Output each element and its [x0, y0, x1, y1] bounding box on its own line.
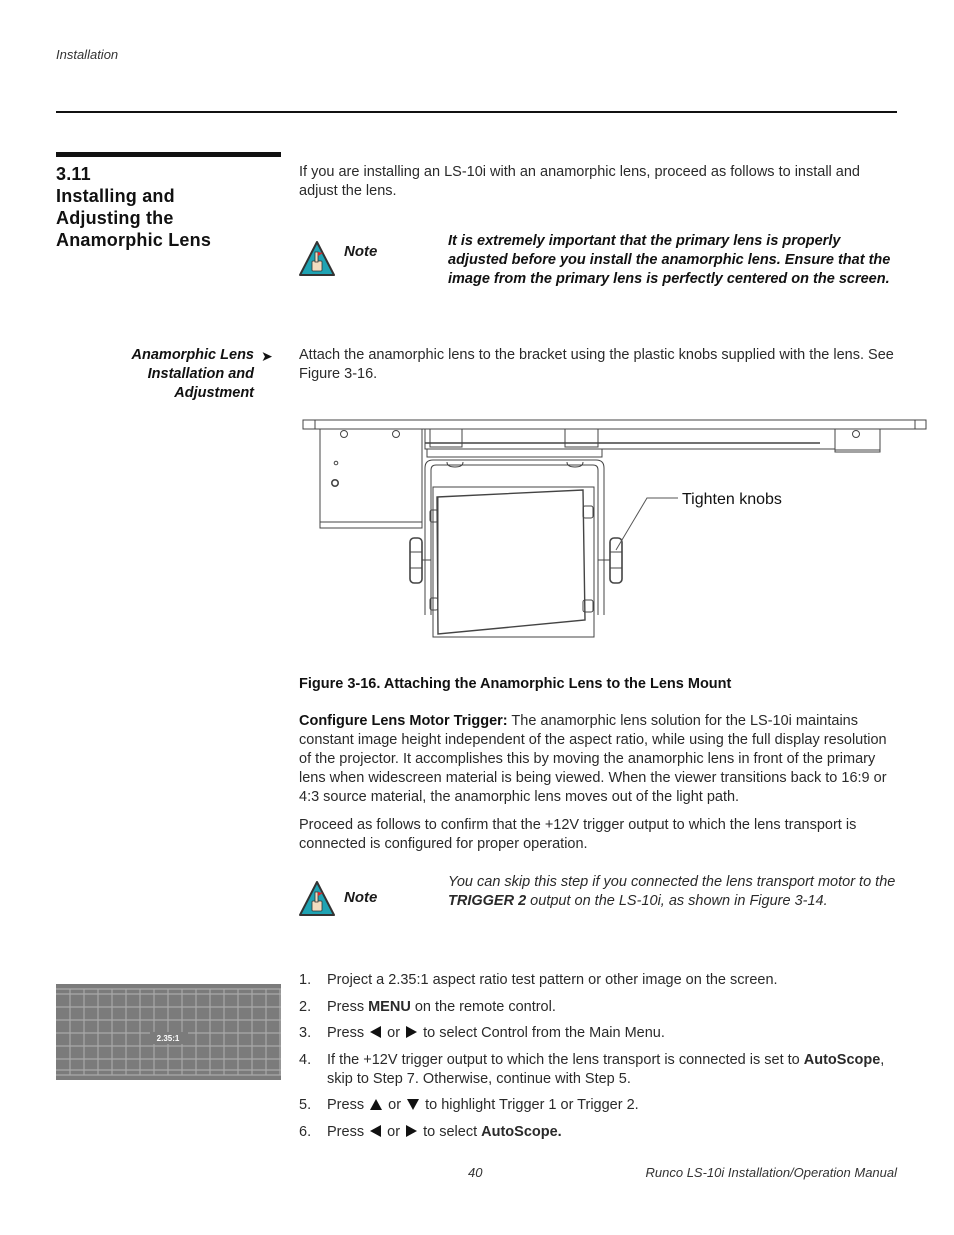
step-number: 5.	[299, 1097, 312, 1113]
configure-lead: Configure Lens Motor Trigger:	[299, 713, 508, 729]
step-text: or	[388, 1097, 402, 1113]
lens-mount-figure: Tighten knobs	[302, 419, 927, 638]
end-block	[834, 428, 881, 453]
arrow-left-icon	[370, 1124, 382, 1137]
section-title: 3.11 Installing and Adjusting the Anamor…	[56, 163, 286, 251]
step-item: 4. If the +12V trigger output to which th…	[299, 1051, 899, 1089]
running-head: Installation	[56, 47, 119, 62]
knob-right	[609, 537, 623, 584]
step-text: Project a 2.35:1 aspect ratio test patte…	[327, 972, 778, 988]
step-number: 3.	[299, 1025, 312, 1041]
intro-paragraph: If you are installing an LS-10i with an …	[299, 164, 860, 199]
anamorphic-lens	[436, 489, 586, 635]
step-text: Press	[327, 1097, 365, 1113]
section-title-line: Adjusting the	[56, 208, 174, 228]
step-number: 1.	[299, 972, 312, 988]
note-text-bold: TRIGGER 2	[448, 893, 527, 909]
step-key: AutoScope.	[481, 1123, 562, 1140]
section-bar	[56, 152, 281, 157]
step-key: AutoScope	[803, 1051, 881, 1068]
aspect-ratio-label: 2.35:1	[157, 1034, 180, 1043]
callout-leader	[615, 497, 678, 551]
step-text: to select Control from the Main Menu.	[423, 1025, 665, 1041]
callout-tighten-knobs: Tighten knobs	[682, 491, 782, 508]
step-item: 1. Project a 2.35:1 aspect ratio test pat…	[299, 971, 899, 990]
slider-block	[429, 428, 463, 448]
note-skip-step: Note You can skip this step if you conne…	[299, 873, 899, 918]
arrow-down-icon	[407, 1099, 420, 1110]
arrow-right-icon	[406, 1124, 418, 1137]
step-item: 6. Press or to select AutoScope.	[299, 1123, 899, 1142]
step-item: 3. Press or to select Control from the Ma…	[299, 1024, 899, 1043]
step-number: 2.	[299, 998, 312, 1015]
note-text: It is extremely important that the prima…	[448, 233, 891, 287]
note-hand-warning-icon	[299, 881, 335, 916]
arrow-left-icon	[370, 1026, 382, 1038]
subsection-heading-line: Adjustment	[174, 385, 254, 401]
step-number: 4.	[299, 1051, 312, 1068]
note-hand-warning-icon	[299, 241, 335, 276]
lens-frame	[432, 486, 595, 638]
subsection-heading-line: Installation and	[147, 366, 254, 382]
note-label: Note	[344, 243, 378, 260]
note-label: Note	[344, 889, 378, 906]
figure-caption: Figure 3-16. Attaching the Anamorphic Le…	[299, 676, 732, 692]
step-text: Press	[327, 998, 369, 1015]
step-text: to highlight Trigger 1 or Trigger 2.	[425, 1097, 639, 1113]
note-text-part: You can skip this step if you connected …	[448, 874, 896, 890]
note-important: Note It is extremely important that the …	[299, 232, 899, 312]
subsection-heading-line: Anamorphic Lens	[131, 347, 254, 363]
step-text: on the remote control.	[410, 998, 556, 1015]
configure-paragraph: Configure Lens Motor Trigger: The anamor…	[299, 712, 899, 807]
step-text: to select	[423, 1123, 482, 1140]
step-item: 5. Press or to highlight Trigger 1 or Tri…	[299, 1096, 899, 1115]
proceed-paragraph: Proceed as follows to confirm that the +…	[299, 817, 857, 852]
arrow-right-icon	[406, 1026, 418, 1038]
step-text: or	[387, 1123, 401, 1140]
note-text-part: output on the LS-10i, as shown in Figure…	[526, 893, 828, 909]
step-text: or	[387, 1025, 401, 1041]
step-text: Press	[327, 1025, 365, 1041]
knob-left	[409, 537, 423, 584]
step-number: 6.	[299, 1123, 312, 1140]
mount-rail	[302, 419, 927, 430]
note-text: You can skip this step if you connected …	[448, 873, 900, 911]
page-number: 40	[468, 1165, 483, 1180]
step-text: If the +12V trigger output to which the …	[327, 1051, 804, 1068]
slider-block	[564, 428, 599, 448]
step-key: MENU	[368, 998, 411, 1015]
step-item: 2. Press MENU on the remote control.	[299, 998, 899, 1017]
manual-title: Runco LS-10i Installation/Operation Manu…	[645, 1165, 897, 1180]
arrow-up-icon	[370, 1099, 383, 1110]
test-pattern-thumbnail: 2.35:1	[56, 984, 281, 1080]
arrow-right-icon: ➤	[261, 348, 273, 364]
header-rule	[56, 111, 897, 113]
section-number: 3.11	[56, 164, 91, 184]
section-title-line: Installing and	[56, 186, 175, 206]
section-title-line: Anamorphic Lens	[56, 230, 212, 250]
subsection-heading: Anamorphic Lens Installation and Adjustm…	[56, 346, 254, 403]
attach-paragraph: Attach the anamorphic lens to the bracke…	[299, 347, 894, 382]
mount-plate	[319, 428, 423, 529]
step-text: Press	[327, 1123, 365, 1140]
steps-list: 1. Project a 2.35:1 aspect ratio test pat…	[299, 971, 899, 1149]
